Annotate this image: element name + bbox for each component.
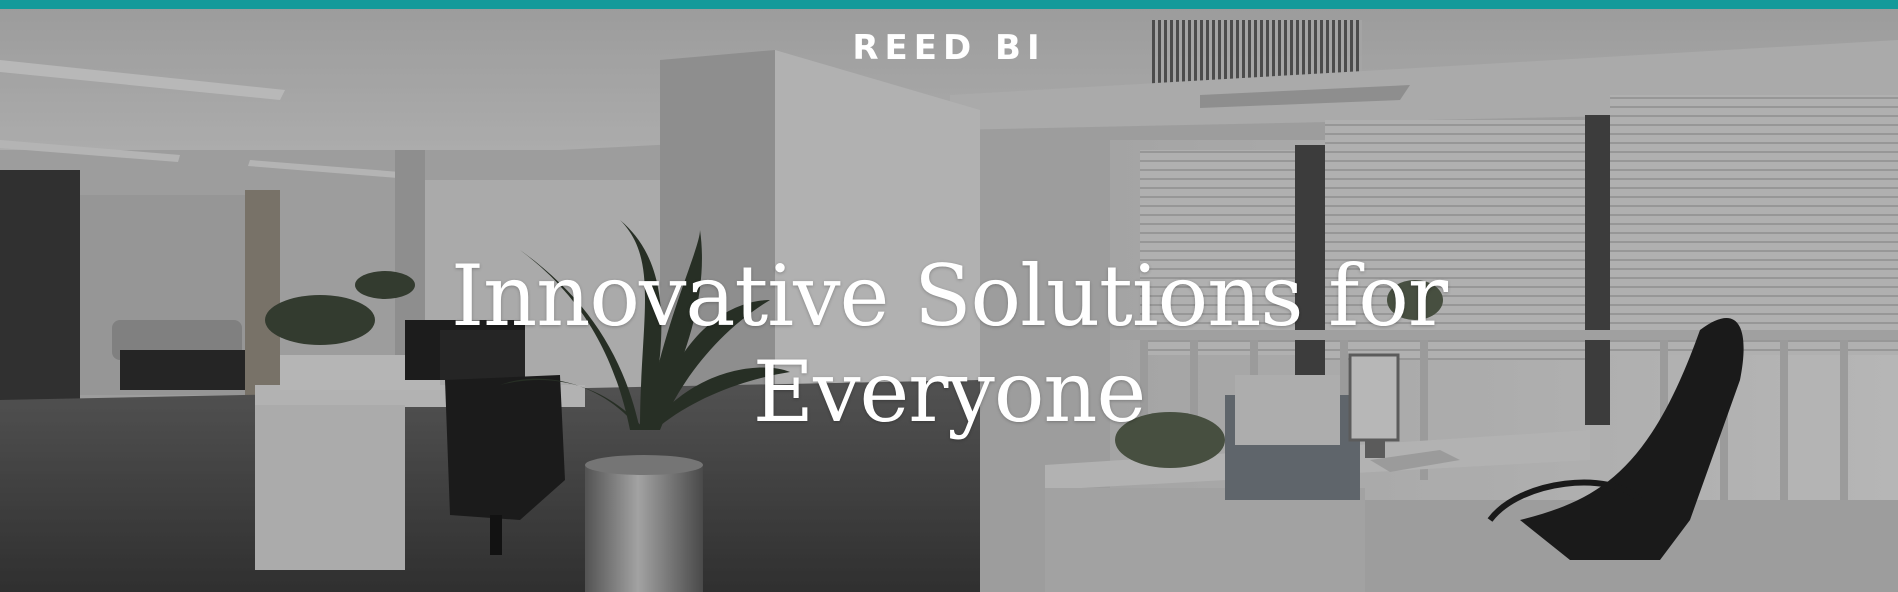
hero-title-line-2: Everyone (752, 343, 1146, 441)
hero-title: Innovative Solutions for Everyone (0, 248, 1898, 440)
top-accent-bar (0, 0, 1898, 9)
hero-title-line-1: Innovative Solutions for (451, 247, 1448, 345)
hero-section: REED BI Innovative Solutions for Everyon… (0, 0, 1898, 592)
brand-logo-link[interactable]: REED BI (819, 28, 1079, 68)
